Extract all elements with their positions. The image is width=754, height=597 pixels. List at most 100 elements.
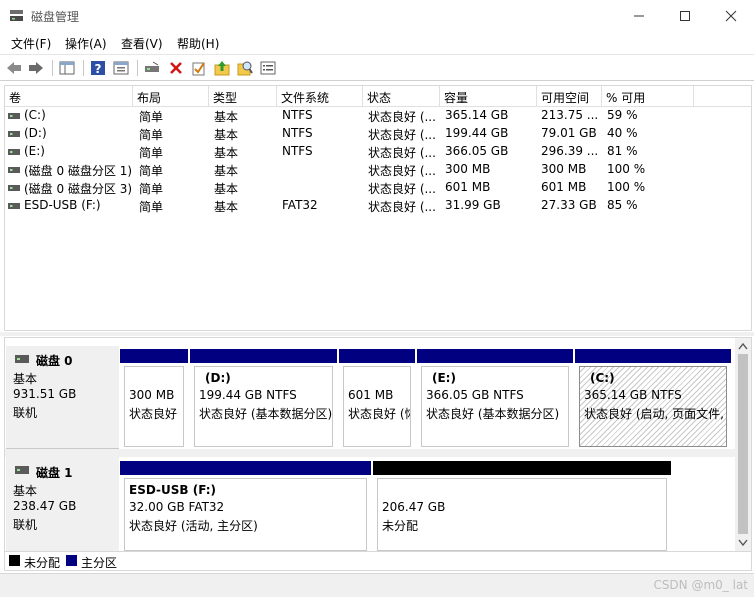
minimize-icon xyxy=(634,15,644,17)
cell-free-space: 213.75 ... xyxy=(541,108,599,122)
disk-0-partition-3[interactable]: (E:) 366.05 GB NTFS 状态良好 (基本数据分区) xyxy=(417,349,573,449)
volume-row[interactable]: (C:) 简单 基本 NTFS 状态良好 (... 365.14 GB 213.75 ...… xyxy=(5,107,751,125)
svg-text:?: ? xyxy=(95,62,102,76)
column-header-type[interactable]: 类型 xyxy=(209,86,277,106)
vertical-scrollbar[interactable] xyxy=(735,338,751,551)
properties-icon xyxy=(113,61,129,75)
search-icon xyxy=(237,61,253,76)
pane-splitter[interactable] xyxy=(0,332,754,336)
list-button[interactable] xyxy=(259,59,277,77)
scroll-down-icon[interactable] xyxy=(738,539,748,547)
disk-1-partition-1[interactable]: 206.47 GB 未分配 xyxy=(373,461,671,551)
partition-type-bar xyxy=(339,349,415,363)
help-button[interactable]: ? xyxy=(89,59,107,77)
partition-box[interactable]: 300 MB 状态良好 xyxy=(124,366,184,447)
volume-icon xyxy=(8,131,20,137)
properties-button[interactable] xyxy=(112,59,130,77)
console-tree-button[interactable] xyxy=(58,59,76,77)
partition-box[interactable]: 601 MB 状态良好 (恢 xyxy=(343,366,411,447)
partition-title: (C:) xyxy=(590,371,615,385)
volume-row[interactable]: (磁盘 0 磁盘分区 3) 简单 基本 状态良好 (... 601 MB 601 MB 10… xyxy=(5,179,751,197)
column-header-filesystem[interactable]: 文件系统 xyxy=(277,86,363,106)
volume-row[interactable]: (D:) 简单 基本 NTFS 状态良好 (... 199.44 GB 79.01 GB 40… xyxy=(5,125,751,143)
partition-title: (E:) xyxy=(432,371,456,385)
partition-status: 状态良好 (基本数据分区) xyxy=(199,407,333,421)
up-folder-button[interactable] xyxy=(213,59,231,77)
cell-percent-free: 81 % xyxy=(607,144,638,158)
cell-volume: (磁盘 0 磁盘分区 1) xyxy=(24,164,132,178)
delete-button[interactable] xyxy=(167,59,185,77)
partition-title: (D:) xyxy=(205,371,231,385)
column-header-percent-free[interactable]: % 可用 xyxy=(602,86,694,106)
close-button[interactable] xyxy=(708,0,754,32)
cell-type: 基本 xyxy=(214,200,239,214)
scrollbar-thumb[interactable] xyxy=(738,354,748,534)
disk-0-size: 931.51 GB xyxy=(13,387,77,401)
cell-capacity: 31.99 GB xyxy=(445,198,501,212)
watermark: CSDN @m0_ lat xyxy=(653,578,748,592)
check-button[interactable] xyxy=(190,59,208,77)
partition-box[interactable]: ESD-USB (F:) 32.00 GB FAT32 状态良好 (活动, 主分区) xyxy=(124,478,367,551)
back-arrow-icon xyxy=(7,62,21,74)
disk-graph-view[interactable]: 磁盘 0 基本 931.51 GB 联机 300 MB 状态良好 (D:) 199.4… xyxy=(4,337,752,552)
column-header-layout[interactable]: 布局 xyxy=(133,86,209,106)
cell-volume: ESD-USB (F:) xyxy=(24,198,101,212)
volume-icon xyxy=(8,113,20,119)
disk-0-partition-1[interactable]: (D:) 199.44 GB NTFS 状态良好 (基本数据分区) xyxy=(190,349,337,449)
forward-arrow-icon xyxy=(29,62,43,74)
connect-disk-button[interactable] xyxy=(143,59,161,77)
maximize-button[interactable] xyxy=(662,0,708,32)
disk-0-partition-0[interactable]: 300 MB 状态良好 xyxy=(120,349,188,449)
volume-row[interactable]: (E:) 简单 基本 NTFS 状态良好 (... 366.05 GB 296.39 ...… xyxy=(5,143,751,161)
back-button[interactable] xyxy=(5,59,23,77)
cell-layout: 简单 xyxy=(139,182,164,196)
cell-layout: 简单 xyxy=(139,200,164,214)
search-button[interactable] xyxy=(236,59,254,77)
forward-button[interactable] xyxy=(27,59,45,77)
menu-file[interactable]: 文件(F) xyxy=(11,35,51,52)
menu-help[interactable]: 帮助(H) xyxy=(177,35,219,52)
disk-0-header[interactable]: 磁盘 0 基本 931.51 GB 联机 xyxy=(6,346,119,449)
disk-1-partition-0[interactable]: ESD-USB (F:) 32.00 GB FAT32 状态良好 (活动, 主分区) xyxy=(120,461,371,551)
partition-title: ESD-USB (F:) xyxy=(129,483,217,497)
partition-box[interactable]: 206.47 GB 未分配 xyxy=(377,478,667,551)
column-header-volume[interactable]: 卷 xyxy=(5,86,133,106)
cell-capacity: 365.14 GB xyxy=(445,108,509,122)
menu-action[interactable]: 操作(A) xyxy=(65,35,107,52)
volume-list[interactable]: 卷 布局 类型 文件系统 状态 容量 可用空间 % 可用 (C:) 简单 基本 NTF… xyxy=(4,85,752,331)
legend: 未分配 主分区 xyxy=(4,552,752,571)
cell-filesystem: FAT32 xyxy=(282,198,318,212)
menu-view[interactable]: 查看(V) xyxy=(121,35,163,52)
disk-0-partition-4[interactable]: (C:) 365.14 GB NTFS 状态良好 (启动, 页面文件, 故 xyxy=(575,349,731,449)
cell-capacity: 300 MB xyxy=(445,162,491,176)
volume-row[interactable]: (磁盘 0 磁盘分区 1) 简单 基本 状态良好 (... 300 MB 300 MB 10… xyxy=(5,161,751,179)
cell-free-space: 27.33 GB xyxy=(541,198,597,212)
check-icon xyxy=(192,62,205,76)
cell-status: 状态良好 (... xyxy=(368,164,436,178)
cell-volume: (D:) xyxy=(24,126,47,140)
column-header-free-space[interactable]: 可用空间 xyxy=(537,86,602,106)
disk-0-partition-2[interactable]: 601 MB 状态良好 (恢 xyxy=(339,349,415,449)
column-header-capacity[interactable]: 容量 xyxy=(440,86,537,106)
cell-capacity: 366.05 GB xyxy=(445,144,509,158)
scroll-up-icon[interactable] xyxy=(738,342,748,350)
cell-layout: 简单 xyxy=(139,128,164,142)
cell-filesystem: NTFS xyxy=(282,108,313,122)
column-header-status[interactable]: 状态 xyxy=(363,86,440,106)
cell-volume: (E:) xyxy=(24,144,45,158)
legend-swatch-primary xyxy=(66,555,77,566)
disk-1-kind: 基本 xyxy=(13,484,38,498)
cell-status: 状态良好 (... xyxy=(368,128,436,142)
partition-box[interactable]: (C:) 365.14 GB NTFS 状态良好 (启动, 页面文件, 故 xyxy=(579,366,727,447)
disk-0-state: 联机 xyxy=(13,406,38,420)
partition-box[interactable]: (E:) 366.05 GB NTFS 状态良好 (基本数据分区) xyxy=(421,366,569,447)
partition-type-bar xyxy=(373,461,671,475)
partition-type-bar xyxy=(575,349,731,363)
partition-box[interactable]: (D:) 199.44 GB NTFS 状态良好 (基本数据分区) xyxy=(194,366,333,447)
minimize-button[interactable] xyxy=(616,0,662,32)
volume-row[interactable]: ESD-USB (F:) 简单 基本 FAT32 状态良好 (... 31.99 GB 27… xyxy=(5,197,751,215)
partition-type-bar xyxy=(190,349,337,363)
disk-1-header[interactable]: 磁盘 1 基本 238.47 GB 联机 xyxy=(6,457,119,551)
delete-icon xyxy=(170,62,182,74)
disk-1-name: 磁盘 1 xyxy=(36,466,73,480)
